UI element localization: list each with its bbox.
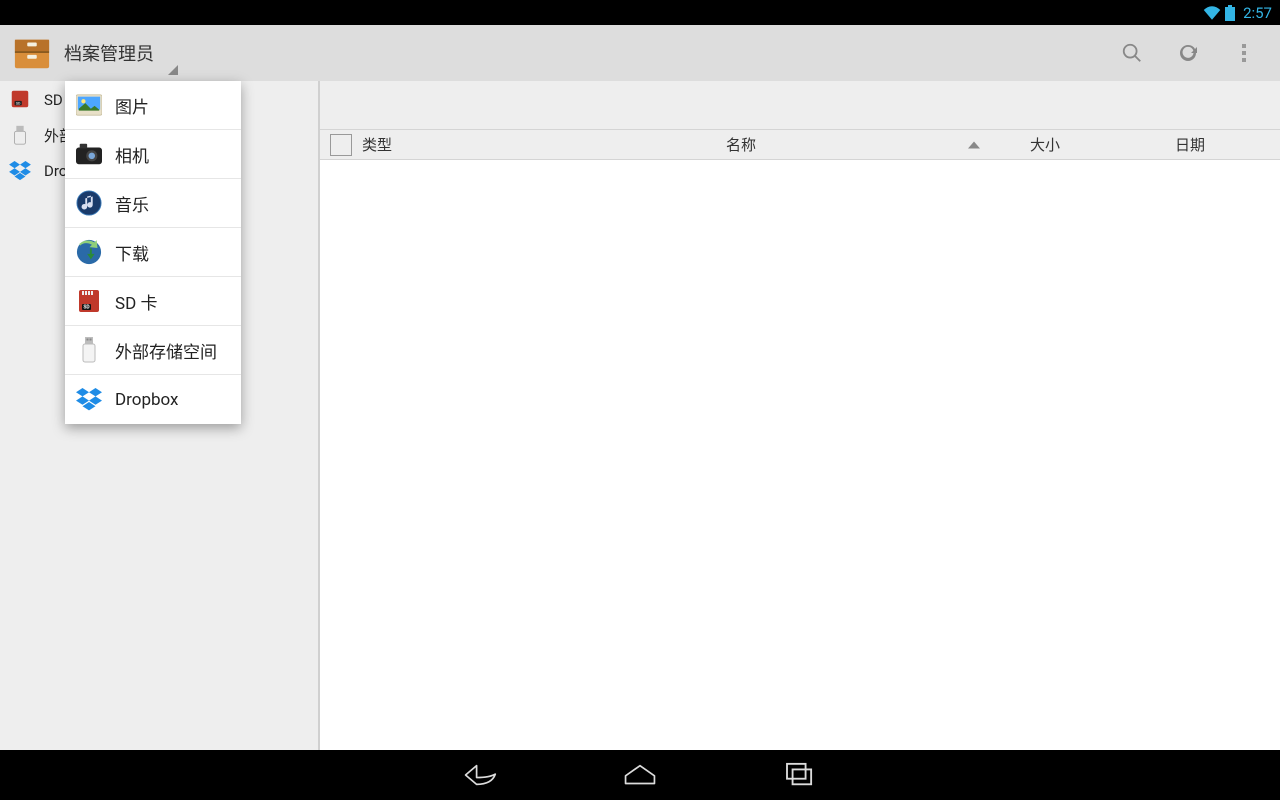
column-header-row: 类型 名称 大小 日期 [320, 129, 1280, 160]
pictures-icon [75, 91, 103, 119]
status-bar: 2:57 [0, 0, 1280, 25]
column-header-name[interactable]: 名称 [492, 134, 990, 155]
column-header-size[interactable]: 大小 [990, 134, 1100, 155]
dropdown-item-downloads[interactable]: 下载 [65, 228, 241, 277]
system-nav-bar [0, 750, 1280, 800]
action-bar: 档案管理员 [0, 25, 1280, 81]
dropdown-item-label: 相机 [115, 142, 149, 167]
select-all-checkbox[interactable] [330, 134, 352, 156]
dropdown-item-pictures[interactable]: 图片 [65, 81, 241, 130]
back-icon [463, 761, 497, 789]
wifi-icon [1203, 6, 1221, 20]
app-icon [12, 33, 52, 73]
dropdown-item-label: SD 卡 [115, 289, 157, 314]
sdcard-icon: SD [75, 287, 103, 315]
dropdown-item-camera[interactable]: 相机 [65, 130, 241, 179]
usb-icon [8, 123, 32, 147]
dropbox-icon [8, 159, 32, 183]
app-title: 档案管理员 [64, 40, 154, 66]
nav-back-button[interactable] [455, 750, 505, 800]
search-button[interactable] [1104, 25, 1160, 81]
recent-icon [785, 762, 815, 788]
location-dropdown: 图片 相机 音乐 下载 SD SD 卡 外部存储空间 Dropbox [65, 81, 241, 424]
sdcard-icon: SD [8, 87, 32, 111]
refresh-button[interactable] [1160, 25, 1216, 81]
dropdown-item-dropbox[interactable]: Dropbox [65, 375, 241, 424]
dropdown-indicator-icon [168, 65, 178, 75]
camera-icon [75, 140, 103, 168]
dropdown-item-label: Dropbox [115, 390, 179, 410]
home-icon [623, 761, 657, 789]
path-bar[interactable] [320, 81, 1280, 129]
main-panel: 类型 名称 大小 日期 [320, 81, 1280, 750]
overflow-button[interactable] [1216, 25, 1272, 81]
dropbox-icon [75, 386, 103, 414]
music-icon [75, 189, 103, 217]
nav-recent-button[interactable] [775, 750, 825, 800]
svg-text:SD: SD [16, 102, 21, 106]
dropdown-item-label: 外部存储空间 [115, 338, 217, 363]
overflow-icon [1234, 42, 1254, 64]
dropdown-item-label: 下载 [115, 240, 149, 265]
dropdown-item-label: 音乐 [115, 191, 149, 216]
nav-home-button[interactable] [615, 750, 665, 800]
column-header-date[interactable]: 日期 [1100, 134, 1280, 155]
battery-icon [1225, 5, 1235, 21]
location-spinner[interactable]: 档案管理员 [64, 25, 182, 81]
svg-text:SD: SD [83, 305, 90, 311]
dropdown-item-music[interactable]: 音乐 [65, 179, 241, 228]
sort-asc-icon [968, 141, 980, 148]
dropdown-item-label: 图片 [115, 93, 149, 118]
refresh-icon [1176, 41, 1200, 65]
dropdown-item-external[interactable]: 外部存储空间 [65, 326, 241, 375]
status-clock: 2:57 [1243, 4, 1272, 22]
dropdown-item-sdcard[interactable]: SD SD 卡 [65, 277, 241, 326]
download-icon [75, 238, 103, 266]
file-list[interactable] [320, 160, 1280, 750]
column-header-name-label: 名称 [726, 136, 756, 154]
search-icon [1121, 42, 1143, 64]
column-header-type[interactable]: 类型 [362, 134, 492, 155]
usb-icon [75, 336, 103, 364]
